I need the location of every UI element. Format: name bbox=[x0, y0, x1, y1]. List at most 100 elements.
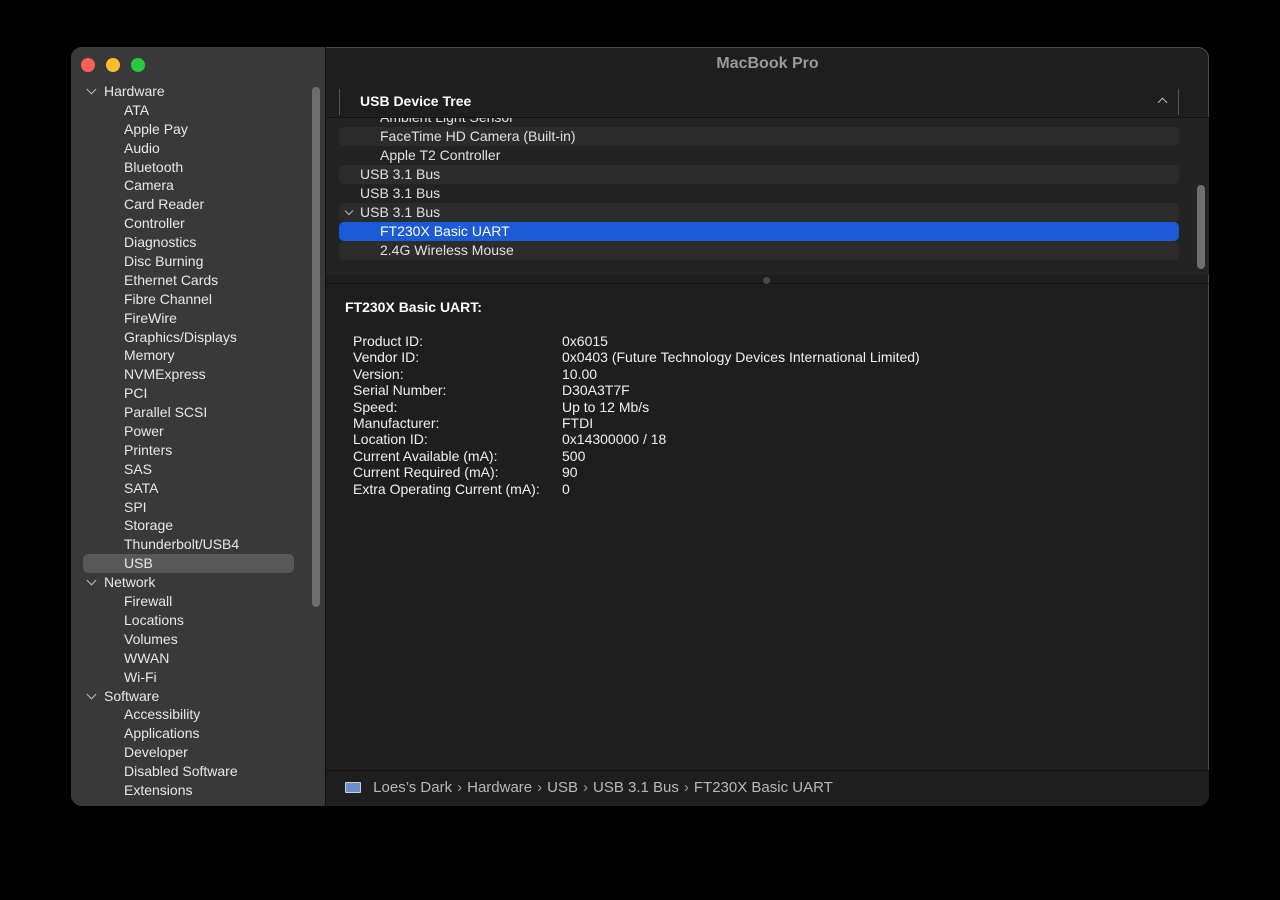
sidebar-item-label: Volumes bbox=[124, 630, 178, 647]
usb-device-row[interactable]: USB 3.1 Bus bbox=[339, 203, 1179, 222]
usb-device-row[interactable]: USB 3.1 Bus bbox=[339, 184, 1179, 203]
usb-device-label: FT230X Basic UART bbox=[380, 223, 510, 239]
sidebar-item-spi[interactable]: SPI bbox=[71, 498, 306, 517]
device-list-scrollbar[interactable] bbox=[1197, 185, 1205, 269]
detail-key: Manufacturer: bbox=[353, 415, 440, 431]
sidebar-item-label: Power bbox=[124, 423, 164, 440]
sidebar-item-printers[interactable]: Printers bbox=[71, 441, 306, 460]
sidebar-item-usb[interactable]: USB bbox=[71, 554, 306, 574]
sidebar-item-applications[interactable]: Applications bbox=[71, 724, 306, 743]
usb-device-label: FaceTime HD Camera (Built-in) bbox=[380, 128, 576, 144]
detail-key: Speed: bbox=[353, 398, 398, 415]
chevron-down-icon[interactable] bbox=[86, 689, 97, 699]
sidebar-item-parallel-scsi[interactable]: Parallel SCSI bbox=[71, 403, 306, 422]
detail-value: FTDI bbox=[562, 415, 594, 431]
sidebar-item-firewall[interactable]: Firewall bbox=[71, 592, 306, 611]
sidebar-item-graphics-displays[interactable]: Graphics/Displays bbox=[71, 328, 306, 347]
sidebar-item-developer[interactable]: Developer bbox=[71, 743, 306, 762]
detail-key: Location ID: bbox=[353, 431, 428, 448]
minimize-button[interactable] bbox=[106, 58, 120, 72]
sidebar-item-disabled-software[interactable]: Disabled Software bbox=[71, 762, 306, 781]
sidebar-item-memory[interactable]: Memory bbox=[71, 346, 306, 365]
sidebar-item-pci[interactable]: PCI bbox=[71, 384, 306, 403]
sidebar-item-sas[interactable]: SAS bbox=[71, 460, 306, 479]
breadcrumb-separator: › bbox=[582, 779, 588, 796]
breadcrumb-separator: › bbox=[683, 779, 689, 796]
breadcrumb-item[interactable]: USB bbox=[547, 779, 578, 796]
sidebar-item-firewire[interactable]: FireWire bbox=[71, 309, 306, 328]
sidebar-item-wwan[interactable]: WWAN bbox=[71, 649, 306, 668]
sidebar-item-thunderbolt-usb4[interactable]: Thunderbolt/USB4 bbox=[71, 535, 306, 554]
detail-key: Current Available (mA): bbox=[353, 447, 498, 464]
sidebar-item-nvmexpress[interactable]: NVMExpress bbox=[71, 365, 306, 384]
sidebar-item-wi-fi[interactable]: Wi-Fi bbox=[71, 668, 306, 687]
sidebar-item-label: Storage bbox=[124, 517, 174, 534]
usb-device-row[interactable]: FT230X Basic UART bbox=[339, 222, 1179, 241]
sidebar-item-storage[interactable]: Storage bbox=[71, 516, 306, 535]
detail-key: Extra Operating Current (mA): bbox=[353, 480, 540, 497]
detail-key: Version: bbox=[353, 365, 404, 382]
sidebar-item-camera[interactable]: Camera bbox=[71, 176, 306, 195]
sidebar-item-label: Graphics/Displays bbox=[124, 328, 237, 345]
sidebar-item-diagnostics[interactable]: Diagnostics bbox=[71, 233, 306, 252]
usb-device-label: USB 3.1 Bus bbox=[360, 204, 441, 220]
breadcrumb-separator: › bbox=[457, 779, 463, 796]
chevron-down-icon[interactable] bbox=[344, 206, 354, 216]
detail-value: 0x0403 (Future Technology Devices Intern… bbox=[562, 349, 920, 366]
sidebar-item-disc-burning[interactable]: Disc Burning bbox=[71, 252, 306, 271]
sidebar-item-ethernet-cards[interactable]: Ethernet Cards bbox=[71, 271, 306, 290]
sidebar-item-label: Locations bbox=[124, 611, 184, 628]
breadcrumb-item[interactable]: USB 3.1 Bus bbox=[593, 779, 679, 796]
sidebar-item-sata[interactable]: SATA bbox=[71, 479, 306, 498]
sidebar-group-software[interactable]: Software bbox=[71, 687, 306, 706]
sidebar-item-extensions[interactable]: Extensions bbox=[71, 781, 306, 800]
sidebar-group-label: Network bbox=[104, 574, 156, 591]
detail-value: 10.00 bbox=[562, 365, 598, 382]
usb-device-row[interactable]: 2.4G Wireless Mouse bbox=[339, 241, 1179, 260]
details-title: FT230X Basic UART: bbox=[345, 299, 482, 315]
breadcrumb-separator: › bbox=[537, 779, 543, 796]
sidebar-item-locations[interactable]: Locations bbox=[71, 611, 306, 630]
sidebar-item-label: Audio bbox=[124, 139, 160, 156]
chevron-up-icon[interactable] bbox=[1157, 97, 1168, 108]
zoom-button[interactable] bbox=[131, 58, 145, 72]
sidebar-item-audio[interactable]: Audio bbox=[71, 139, 306, 158]
sidebar-item-apple-pay[interactable]: Apple Pay bbox=[71, 120, 306, 139]
usb-device-tree-header[interactable]: USB Device Tree bbox=[339, 89, 1179, 115]
sidebar-item-controller[interactable]: Controller bbox=[71, 214, 306, 233]
sidebar-item-label: Ethernet Cards bbox=[124, 271, 219, 288]
sidebar-group-hardware[interactable]: Hardware bbox=[71, 82, 306, 101]
sidebar-item-accessibility[interactable]: Accessibility bbox=[71, 705, 306, 724]
usb-device-row[interactable]: Apple T2 Controller bbox=[339, 146, 1179, 165]
usb-device-row[interactable]: USB 3.1 Bus bbox=[339, 165, 1179, 184]
usb-device-row[interactable]: Ambient Light Sensor bbox=[339, 118, 1179, 127]
sidebar-group-network[interactable]: Network bbox=[71, 573, 306, 592]
sidebar-item-volumes[interactable]: Volumes bbox=[71, 630, 306, 649]
sidebar-group-label: Hardware bbox=[104, 83, 165, 99]
sidebar-item-label: Printers bbox=[124, 441, 173, 458]
breadcrumb-item[interactable]: FT230X Basic UART bbox=[694, 779, 833, 796]
sidebar-item-fibre-channel[interactable]: Fibre Channel bbox=[71, 290, 306, 309]
sidebar-item-bluetooth[interactable]: Bluetooth bbox=[71, 158, 306, 177]
sidebar-item-power[interactable]: Power bbox=[71, 422, 306, 441]
sidebar-item-label: NVMExpress bbox=[124, 366, 206, 383]
breadcrumb-item[interactable]: Hardware bbox=[467, 779, 532, 796]
sidebar: Hardware ATA Apple Pay Audio Bluetooth Camera… bbox=[71, 47, 326, 806]
chevron-down-icon[interactable] bbox=[86, 575, 97, 586]
breadcrumb-item[interactable]: Loes’s Dark bbox=[373, 779, 452, 796]
sidebar-item-label: FireWire bbox=[124, 309, 177, 326]
main-content: MacBook Pro USB Device Tree Ambient Ligh… bbox=[326, 47, 1209, 806]
usb-device-row[interactable]: FaceTime HD Camera (Built-in) bbox=[339, 127, 1179, 146]
chevron-down-icon[interactable] bbox=[86, 84, 97, 95]
detail-value: 0x14300000 / 18 bbox=[562, 431, 667, 448]
sidebar-item-card-reader[interactable]: Card Reader bbox=[71, 195, 306, 214]
close-button[interactable] bbox=[81, 58, 95, 72]
split-handle[interactable] bbox=[763, 277, 770, 284]
sidebar-scrollbar[interactable] bbox=[312, 87, 320, 607]
usb-device-label: USB 3.1 Bus bbox=[360, 166, 441, 182]
usb-device-list: Ambient Light SensorFaceTime HD Camera (… bbox=[326, 118, 1209, 275]
sidebar-item-ata[interactable]: ATA bbox=[71, 101, 306, 120]
detail-value: 500 bbox=[562, 447, 586, 464]
sidebar-item-label: Apple Pay bbox=[124, 120, 188, 137]
usb-device-label: Apple T2 Controller bbox=[380, 147, 501, 163]
